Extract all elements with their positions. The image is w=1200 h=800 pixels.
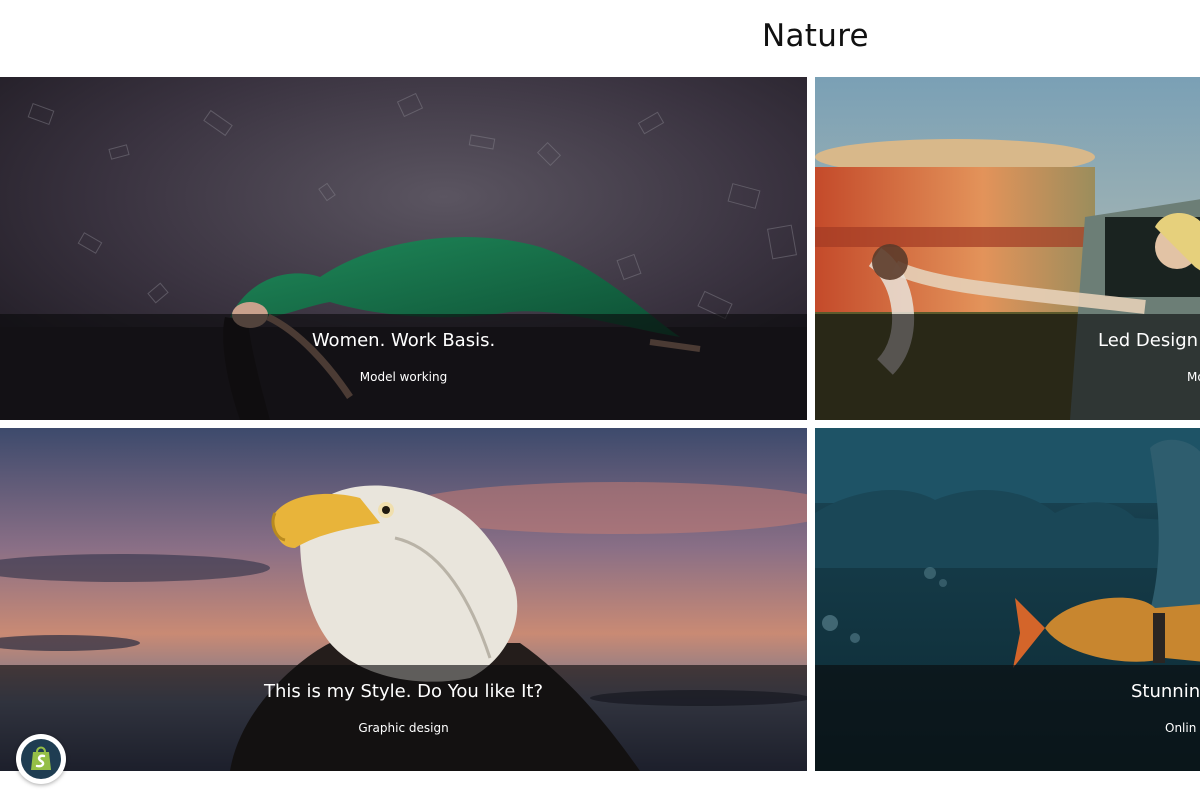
gallery-item-women-work-basis[interactable]: Women. Work Basis. Model working bbox=[0, 77, 807, 420]
gallery-item-title: Led Design. bbox=[1098, 330, 1200, 351]
shopify-bag-icon bbox=[21, 739, 61, 779]
gallery-caption: Led Design. Mo bbox=[815, 314, 1200, 420]
gallery-item-subtitle: Graphic design bbox=[358, 721, 449, 735]
gallery-item-my-style[interactable]: This is my Style. Do You like It? Graphi… bbox=[0, 428, 807, 771]
gallery-caption: This is my Style. Do You like It? Graphi… bbox=[0, 665, 807, 771]
shop-badge[interactable] bbox=[16, 734, 66, 784]
gallery-item-title: This is my Style. Do You like It? bbox=[263, 681, 543, 702]
gallery-item-stunning[interactable]: Stunnin Onlin bbox=[815, 428, 1200, 771]
gallery-item-led-design[interactable]: Led Design. Mo bbox=[815, 77, 1200, 420]
gallery-item-subtitle: Model working bbox=[359, 370, 448, 384]
gallery-caption: Women. Work Basis. Model working bbox=[0, 314, 807, 420]
gallery-item-title: Women. Work Basis. bbox=[311, 330, 496, 351]
gallery-caption: Stunnin Onlin bbox=[815, 665, 1200, 771]
portfolio-page: Nature Women. Work Basis. Model working … bbox=[0, 0, 1200, 800]
gallery-item-subtitle: Mo bbox=[1187, 370, 1200, 384]
gallery-item-title: Stunnin bbox=[1131, 681, 1200, 702]
section-heading: Nature bbox=[762, 18, 869, 54]
gallery-item-subtitle: Onlin bbox=[1165, 721, 1197, 735]
